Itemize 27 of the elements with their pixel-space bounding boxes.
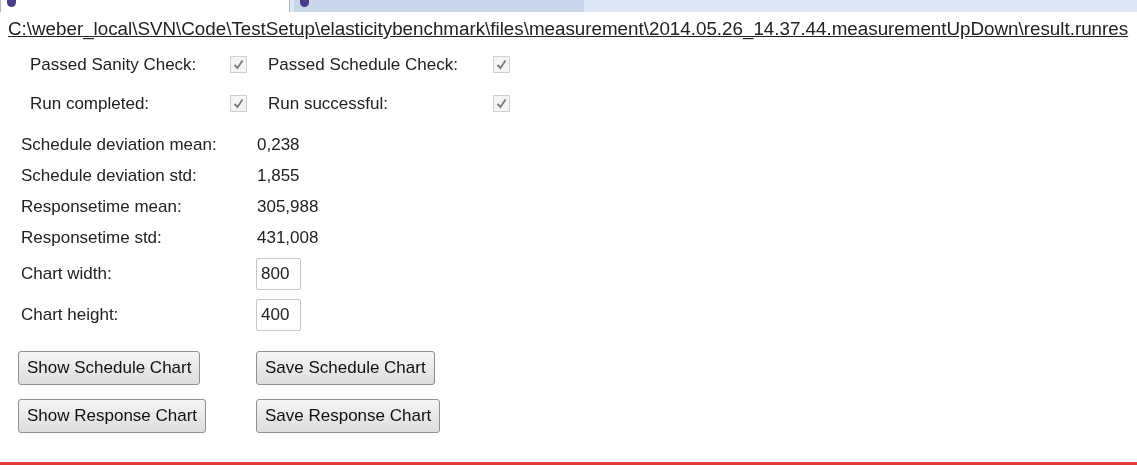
chart-button[interactable]: Show Schedule Chart <box>18 351 201 385</box>
stat-value: 0,238 <box>257 134 301 155</box>
stat-value: 305,988 <box>257 196 320 217</box>
stat-value: 1,855 <box>257 165 301 186</box>
check-label: Run successful: <box>268 92 389 115</box>
chart-button[interactable]: Save Schedule Chart <box>256 351 435 385</box>
check-label: Passed Schedule Check: <box>268 54 459 76</box>
chart-button[interactable]: Show Response Chart <box>18 399 207 433</box>
file-path: C:\weber_local\SVN\Code\TestSetup\elasticitybenchmark\files\measurement\2014.05.26_14.37.44.measurementUpDown\result.runres <box>7 17 1130 40</box>
stat-label: Schedule deviation mean: <box>21 134 218 155</box>
stat-value: 431,008 <box>257 227 320 248</box>
chart-button[interactable]: Save Response Chart <box>256 399 441 433</box>
view-icon <box>7 0 16 7</box>
check-icon <box>233 59 244 71</box>
stat-label: Responsetime mean: <box>21 196 183 217</box>
check-label: Passed Sanity Check: <box>30 54 198 76</box>
input-field[interactable]: 800 <box>256 258 301 290</box>
check-label: Run completed: <box>30 92 151 115</box>
check-icon <box>233 97 244 109</box>
field-label: Chart width: <box>21 263 113 286</box>
input-field[interactable]: 400 <box>256 299 301 331</box>
check-icon <box>496 59 507 71</box>
view-icon <box>300 0 309 7</box>
field-label: Chart height: <box>21 304 120 327</box>
stat-label: Responsetime std: <box>21 227 163 248</box>
stat-label: Schedule deviation std: <box>21 165 198 186</box>
check-icon <box>496 97 507 109</box>
